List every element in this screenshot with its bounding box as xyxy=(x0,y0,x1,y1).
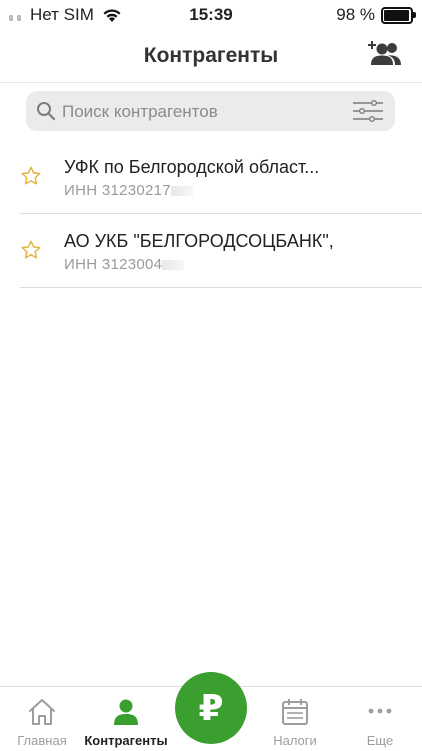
tab-more[interactable]: Еще xyxy=(338,687,422,751)
person-icon xyxy=(114,699,138,725)
divider xyxy=(20,287,422,288)
tab-taxes[interactable]: Налоги xyxy=(253,687,337,751)
page-title: Контрагенты xyxy=(143,44,279,67)
search-input[interactable] xyxy=(60,91,344,133)
contractor-inn: ИНН 31230217 xyxy=(64,182,193,199)
battery-icon xyxy=(381,6,416,24)
star-icon[interactable] xyxy=(20,239,42,261)
calendar-icon xyxy=(282,699,308,725)
battery-percent: 98 % xyxy=(336,5,375,24)
search-icon xyxy=(37,102,56,121)
tab-home[interactable]: Главная xyxy=(0,687,84,751)
payment-button[interactable]: ₽ xyxy=(175,672,247,744)
contractor-name: УФК по Белгородской област... xyxy=(64,157,320,177)
star-icon[interactable] xyxy=(20,165,42,187)
tab-label: Налоги xyxy=(273,733,317,748)
add-contact-icon[interactable] xyxy=(368,39,402,69)
search-bar xyxy=(26,91,395,133)
inn-text: ИНН 31230217 xyxy=(64,182,171,199)
status-right: 98 % xyxy=(336,5,416,25)
nav-header: Контрагенты xyxy=(0,30,422,83)
tab-label: Главная xyxy=(17,733,67,748)
tab-label: Еще xyxy=(366,733,394,748)
tab-contractors[interactable]: Контрагенты xyxy=(84,687,168,751)
home-icon xyxy=(29,699,55,725)
inn-text: ИНН 3123004 xyxy=(64,256,163,273)
ruble-icon: ₽ xyxy=(198,687,224,728)
contractor-inn: ИНН 3123004 xyxy=(64,256,185,273)
inn-redacted xyxy=(170,186,193,197)
contractor-list: УФК по Белгородской област... ИНН 312302… xyxy=(0,140,422,288)
contractor-row[interactable]: УФК по Белгородской област... ИНН 312302… xyxy=(0,140,422,214)
contractor-name: АО УКБ "БЕЛГОРОДСОЦБАНК", xyxy=(64,231,334,251)
status-bar: Нет SIM 15:39 98 % xyxy=(0,0,422,30)
inn-redacted xyxy=(162,260,185,271)
more-icon xyxy=(368,708,392,714)
contractor-row[interactable]: АО УКБ "БЕЛГОРОДСОЦБАНК", ИНН 3123004 xyxy=(0,214,422,288)
filter-icon[interactable] xyxy=(352,100,384,122)
tab-label: Контрагенты xyxy=(84,733,168,748)
